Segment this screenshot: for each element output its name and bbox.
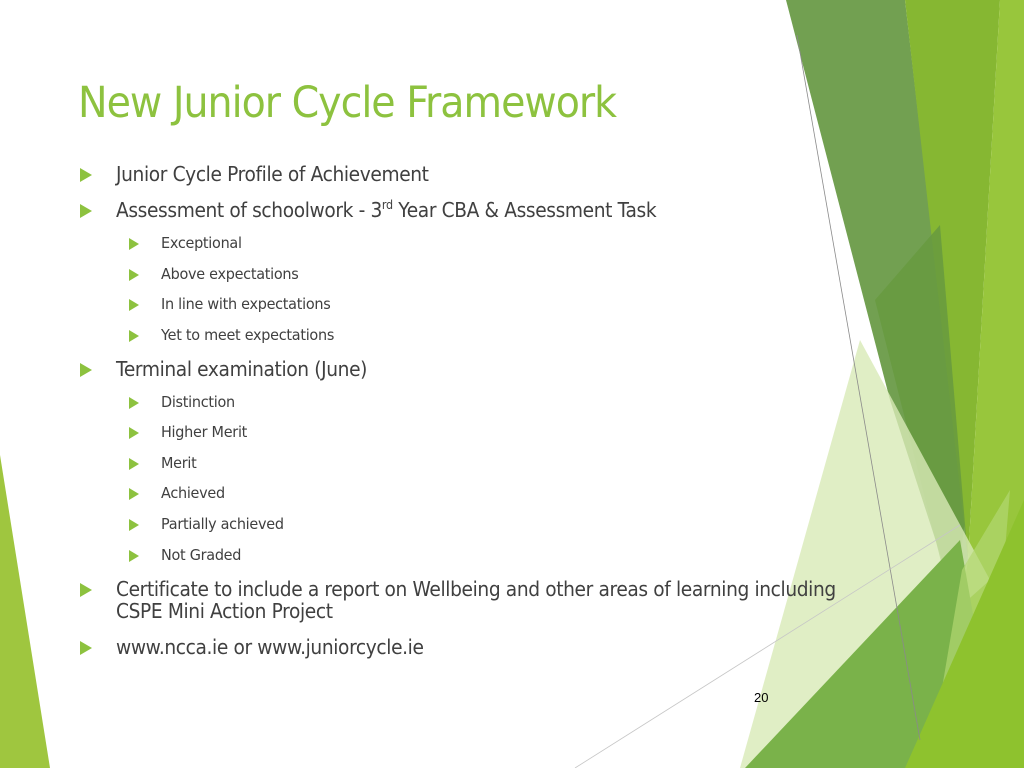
bullet-text: CSPE Mini Action Project xyxy=(116,599,333,623)
bullet-arrow-icon xyxy=(129,427,139,439)
bullet-arrow-icon xyxy=(129,397,139,409)
bullet-arrow-icon xyxy=(129,238,139,250)
sub-bullet-text: Not Graded xyxy=(161,546,242,564)
bullet-arrow-icon xyxy=(80,641,92,655)
sub-bullet-text: Higher Merit xyxy=(161,423,248,441)
bullet-text-part: Year CBA & Assessment Task xyxy=(392,198,657,222)
bullet-arrow-icon xyxy=(80,168,92,182)
sub-bullet-text: Yet to meet expectations xyxy=(161,326,335,344)
bullet-text: Junior Cycle Profile of Achievement xyxy=(116,162,429,186)
bullet-arrow-icon xyxy=(129,488,139,500)
bullet-arrow-icon xyxy=(80,583,92,597)
bullet-arrow-icon xyxy=(129,299,139,311)
sub-bullet-text: Partially achieved xyxy=(161,515,284,533)
sub-bullet-text: Distinction xyxy=(161,393,235,411)
slide: New Junior Cycle Framework Junior Cycle … xyxy=(0,0,1024,768)
bullet-text: Terminal examination (June) xyxy=(116,357,368,381)
bullet-text: Certificate to include a report on Wellb… xyxy=(116,577,836,601)
bullet-arrow-icon xyxy=(80,363,92,377)
bullet-text-part: Assessment of schoolwork - 3 xyxy=(116,198,382,222)
bullet-text-links[interactable]: www.ncca.ie or www.juniorcycle.ie xyxy=(116,635,424,659)
sub-bullet-text: In line with expectations xyxy=(161,295,331,313)
sub-bullet-text: Merit xyxy=(161,454,197,472)
bullet-text: Assessment of schoolwork - 3rd Year CBA … xyxy=(116,198,657,222)
page-number: 20 xyxy=(754,690,769,705)
bullet-arrow-icon xyxy=(129,458,139,470)
bullet-arrow-icon xyxy=(129,330,139,342)
sub-bullet-text: Achieved xyxy=(161,484,225,502)
sub-bullet-text: Above expectations xyxy=(161,265,299,283)
ordinal-superscript: rd xyxy=(381,198,393,212)
slide-content: New Junior Cycle Framework Junior Cycle … xyxy=(0,0,1024,768)
bullet-arrow-icon xyxy=(129,519,139,531)
slide-title: New Junior Cycle Framework xyxy=(78,78,617,128)
bullet-arrow-icon xyxy=(129,550,139,562)
bullet-arrow-icon xyxy=(80,204,92,218)
sub-bullet-text: Exceptional xyxy=(161,234,242,252)
bullet-arrow-icon xyxy=(129,269,139,281)
